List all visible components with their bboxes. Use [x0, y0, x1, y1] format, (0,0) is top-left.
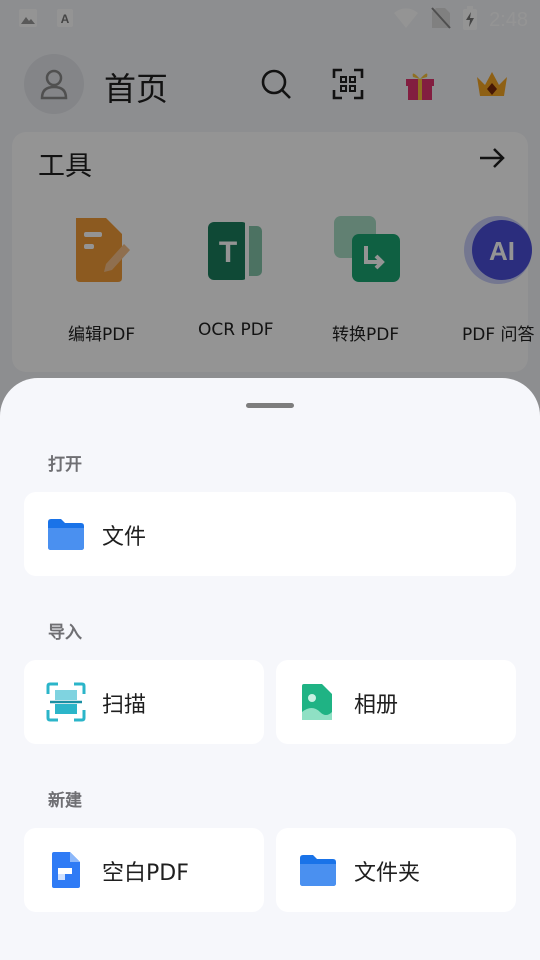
blank-pdf-item[interactable]: 空白PDF [24, 828, 264, 912]
folder-icon [298, 850, 338, 890]
item-label: 相册 [354, 693, 399, 718]
album-icon [298, 682, 338, 722]
bottom-sheet: 打开 文件 导入 扫描 相册 新建 空白PDF 文件夹 [0, 378, 540, 960]
section-label-import: 导入 [48, 623, 82, 643]
album-item[interactable]: 相册 [276, 660, 516, 744]
section-label-new: 新建 [48, 791, 82, 811]
new-folder-item[interactable]: 文件夹 [276, 828, 516, 912]
folder-icon [46, 514, 86, 554]
section-label-open: 打开 [48, 455, 82, 475]
item-label: 扫描 [102, 693, 147, 718]
blank-pdf-icon [46, 850, 86, 890]
drag-handle[interactable] [246, 403, 294, 408]
item-label: 文件 [102, 525, 147, 550]
item-label: 文件夹 [354, 861, 421, 886]
open-file-item[interactable]: 文件 [24, 492, 516, 576]
item-label: 空白PDF [102, 861, 189, 886]
scan-icon [46, 682, 86, 722]
scan-item[interactable]: 扫描 [24, 660, 264, 744]
